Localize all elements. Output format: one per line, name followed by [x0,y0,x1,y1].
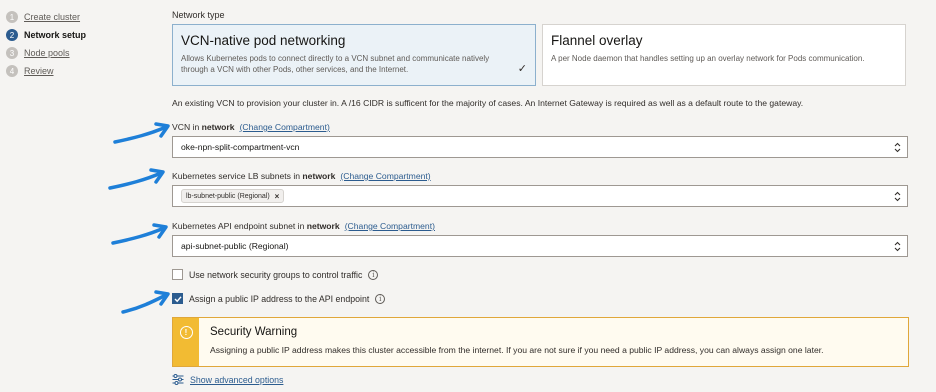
annotation-arrow-icon [108,168,165,190]
vcn-label-prefix: VCN in [172,122,202,132]
checkmark-icon: ✓ [517,63,527,75]
step-network-setup[interactable]: 2 Network setup [6,26,146,44]
public-ip-checkbox-label[interactable]: Assign a public IP address to the API en… [189,294,369,304]
vcn-select[interactable]: oke-npn-split-compartment-vcn [172,136,908,158]
annotation-arrow-icon [113,122,170,144]
lb-label-prefix: Kubernetes service LB subnets in [172,171,303,181]
change-compartment-link[interactable]: (Change Compartment) [345,221,435,231]
remove-chip-icon[interactable]: × [275,192,280,201]
warning-strip: ! [173,318,199,366]
step-label[interactable]: Create cluster [24,12,80,22]
advanced-options: Show advanced options [172,374,912,385]
api-label-prefix: Kubernetes API endpoint subnet in [172,221,307,231]
api-subnet-select[interactable]: api-subnet-public (Regional) [172,235,908,257]
api-compartment-name: network [306,221,340,231]
updown-caret-icon [893,190,901,202]
vcn-selected-value: oke-npn-split-compartment-vcn [181,142,300,152]
card-description: Allows Kubernetes pods to connect direct… [181,54,490,74]
vcn-info-text: An existing VCN to provision your cluste… [172,98,804,108]
exclamation-icon: ! [179,326,193,339]
step-label[interactable]: Review [24,66,54,76]
vcn-label: VCN in network (Change Compartment) [172,122,912,132]
wizard-steps: 1 Create cluster 2 Network setup 3 Node … [6,8,146,80]
change-compartment-link[interactable]: (Change Compartment) [340,171,430,181]
step-create-cluster[interactable]: 1 Create cluster [6,8,146,26]
step-review[interactable]: 4 Review [6,62,146,80]
card-title: Flannel overlay [551,33,643,48]
warning-body: Security Warning Assigning a public IP a… [199,318,835,366]
api-subnet-label: Kubernetes API endpoint subnet in networ… [172,221,912,231]
updown-caret-icon [893,240,901,252]
vcn-compartment-name: network [201,122,235,132]
vcn-field: VCN in network (Change Compartment) oke-n… [172,122,912,158]
api-subnet-field: Kubernetes API endpoint subnet in networ… [172,221,912,257]
step-label[interactable]: Node pools [24,48,70,58]
step-label: Network setup [24,30,87,40]
nsg-checkbox-label[interactable]: Use network security groups to control t… [189,270,362,280]
network-setup-form: Network type VCN-native pod networking A… [172,10,912,385]
lb-subnets-field: Kubernetes service LB subnets in network… [172,171,912,207]
step-number: 4 [6,65,18,77]
network-type-label: Network type [172,10,225,20]
lb-subnet-chip: lb-subnet-public (Regional) × [181,189,285,203]
lb-subnets-multiselect[interactable]: lb-subnet-public (Regional) × [172,185,908,207]
annotation-arrow-icon [121,290,170,314]
card-vcn-native[interactable]: VCN-native pod networking Allows Kuberne… [172,24,536,86]
chip-label: lb-subnet-public (Regional) [186,192,270,200]
nsg-checkbox-row: Use network security groups to control t… [172,269,912,280]
show-advanced-options-link[interactable]: Show advanced options [190,375,283,385]
change-compartment-link[interactable]: (Change Compartment) [240,122,330,132]
card-title: VCN-native pod networking [181,33,346,48]
step-number: 3 [6,47,18,59]
step-number: 2 [6,29,18,41]
info-icon[interactable]: i [368,269,379,280]
nsg-checkbox[interactable] [172,269,183,280]
annotation-arrow-icon [111,223,168,245]
step-node-pools[interactable]: 3 Node pools [6,44,146,62]
info-icon[interactable]: i [375,293,386,304]
updown-caret-icon [893,141,901,153]
step-number: 1 [6,11,18,23]
security-warning-banner: ! Security Warning Assigning a public IP… [172,317,909,367]
public-ip-checkbox-row: Assign a public IP address to the API en… [172,293,912,304]
lb-compartment-name: network [302,171,336,181]
warning-title: Security Warning [210,326,298,338]
lb-subnets-label: Kubernetes service LB subnets in network… [172,171,912,181]
card-flannel-overlay[interactable]: Flannel overlay A per Node daemon that h… [542,24,906,86]
network-type-cards: VCN-native pod networking Allows Kuberne… [172,24,912,86]
warning-text: Assigning a public IP address makes this… [210,345,824,355]
sliders-icon[interactable] [172,374,184,385]
card-description: A per Node daemon that handles setting u… [551,54,865,63]
api-subnet-selected-value: api-subnet-public (Regional) [181,241,289,251]
